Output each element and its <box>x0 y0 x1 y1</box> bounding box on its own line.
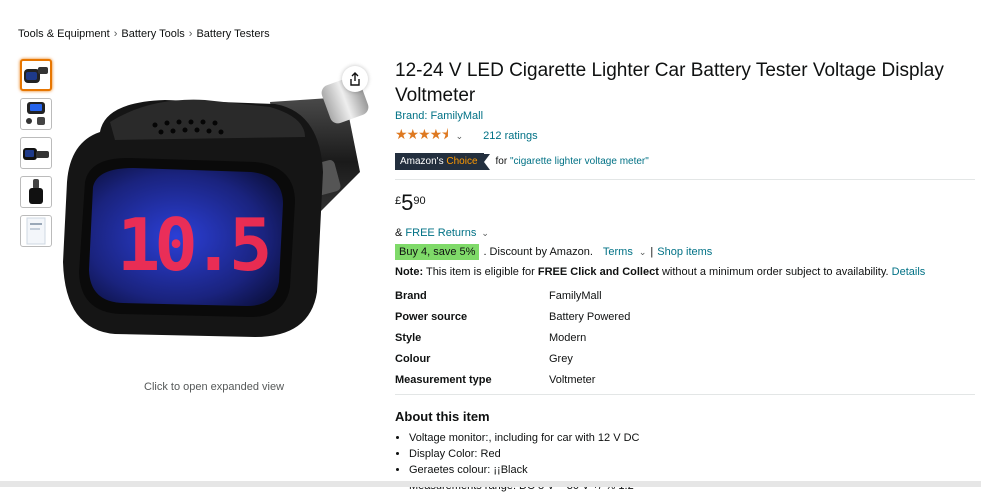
thumbnail-4[interactable] <box>20 176 52 208</box>
list-item: Display Color: Red <box>409 446 975 462</box>
click-collect-note: Note: This item is eligible for FREE Cli… <box>395 266 975 278</box>
display-reading: 10.5 <box>117 203 268 287</box>
breadcrumb-item-tools[interactable]: Tools & Equipment <box>18 28 110 40</box>
table-row: Brand FamilyMall <box>395 285 630 306</box>
badge-query-link[interactable]: "cigarette lighter voltage meter" <box>510 156 649 167</box>
about-heading: About this item <box>395 409 490 424</box>
note-text-1: This item is eligible for <box>425 266 535 278</box>
voltmeter-image: 10.5 <box>63 76 369 337</box>
table-row: Power source Battery Powered <box>395 306 630 327</box>
terms-link[interactable]: Terms <box>603 246 633 258</box>
product-details: 12-24 V LED Cigarette Lighter Car Batter… <box>395 58 975 494</box>
details-link[interactable]: Details <box>892 266 926 278</box>
product-card-icon <box>26 217 46 245</box>
chevron-down-icon[interactable]: ⌄ <box>481 228 489 238</box>
spec-value: Grey <box>549 352 573 365</box>
voltmeter-set-icon <box>26 102 45 125</box>
spec-value: FamilyMall <box>549 289 602 302</box>
brand-link[interactable]: Brand: FamilyMall <box>395 110 975 122</box>
badge-for-text: for "cigarette lighter voltage meter" <box>496 156 649 167</box>
breadcrumb: Tools & Equipment › Battery Tools › Batt… <box>18 28 270 40</box>
thumbnail-2[interactable] <box>20 98 52 130</box>
note-text-2: without a minimum order subject to avail… <box>661 266 889 278</box>
spec-key: Measurement type <box>395 373 492 386</box>
amazons-choice-badge: Amazon's Choice <box>395 153 484 170</box>
chevron-down-icon[interactable]: ⌄ <box>456 131 464 142</box>
chevron-down-icon[interactable]: ⌄ <box>639 247 647 258</box>
shop-items-link[interactable]: Shop items <box>657 246 712 258</box>
voltmeter-thumbnail-icon <box>24 67 48 83</box>
promo-row: Buy 4, save 5% . Discount by Amazon. Ter… <box>395 244 975 260</box>
list-item: Voltage monitor:, including for car with… <box>409 430 975 446</box>
returns-row: & FREE Returns ⌄ <box>395 227 975 239</box>
table-row: Measurement type Voltmeter <box>395 369 630 390</box>
badge-tail <box>483 153 490 170</box>
breadcrumb-separator: › <box>113 28 118 40</box>
voltmeter-side-icon <box>23 148 49 160</box>
product-title: 12-24 V LED Cigarette Lighter Car Batter… <box>395 60 944 106</box>
breadcrumb-item-battery-tools[interactable]: Battery Tools <box>121 28 184 40</box>
price-whole: 5 <box>401 190 414 215</box>
expand-view-text: Click to open expanded view <box>144 381 285 393</box>
spec-key: Brand <box>395 289 427 302</box>
share-icon <box>350 72 360 86</box>
free-returns-link[interactable]: FREE Returns <box>405 227 476 239</box>
note-label: Note: <box>395 266 424 278</box>
rating-row: ★★★★⯨ ⌄ 212 ratings <box>395 124 975 148</box>
divider <box>395 394 975 395</box>
star-rating[interactable]: ★★★★⯨ <box>395 124 449 148</box>
badge-main-text: Amazon's <box>400 156 444 167</box>
spec-value: Battery Powered <box>549 310 631 323</box>
breadcrumb-separator: › <box>188 28 193 40</box>
thumbnail-list <box>20 59 52 247</box>
thumbnail-5[interactable] <box>20 215 52 247</box>
thumbnail-3[interactable] <box>20 137 52 169</box>
price: £ 5 90 <box>395 192 975 214</box>
spec-value: Voltmeter <box>549 373 596 386</box>
spec-value: Modern <box>549 331 587 344</box>
breadcrumb-item-battery-testers[interactable]: Battery Testers <box>196 28 269 40</box>
promo-text: . Discount by Amazon. <box>483 246 593 258</box>
table-row: Colour Grey <box>395 348 630 369</box>
ratings-count-link[interactable]: 212 ratings <box>483 130 537 142</box>
promo-separator: | <box>650 246 654 258</box>
thumbnail-1[interactable] <box>20 59 52 91</box>
table-row: Style Modern <box>395 327 630 348</box>
badge-choice-text: Choice <box>446 156 478 167</box>
list-item: Geraetes colour: ¡¡Black <box>409 462 975 478</box>
main-product-image[interactable]: 10.5 <box>55 62 385 362</box>
note-bold: FREE Click and Collect <box>537 266 659 278</box>
promo-badge: Buy 4, save 5% <box>395 244 480 260</box>
voltmeter-upright-icon <box>29 179 43 204</box>
divider <box>395 179 975 180</box>
spec-key: Colour <box>395 352 431 365</box>
horizontal-scrollbar[interactable] <box>0 481 981 487</box>
share-button[interactable] <box>342 66 368 92</box>
spec-key: Style <box>395 331 422 344</box>
badge-for-prefix: for <box>495 156 508 167</box>
spec-key: Power source <box>395 310 468 323</box>
specs-table: Brand FamilyMall Power source Battery Powe… <box>395 285 630 390</box>
amazons-choice-row: Amazon's Choice for "cigarette lighter v… <box>395 153 975 170</box>
returns-prefix: & <box>395 227 403 239</box>
price-fraction: 90 <box>413 195 426 207</box>
